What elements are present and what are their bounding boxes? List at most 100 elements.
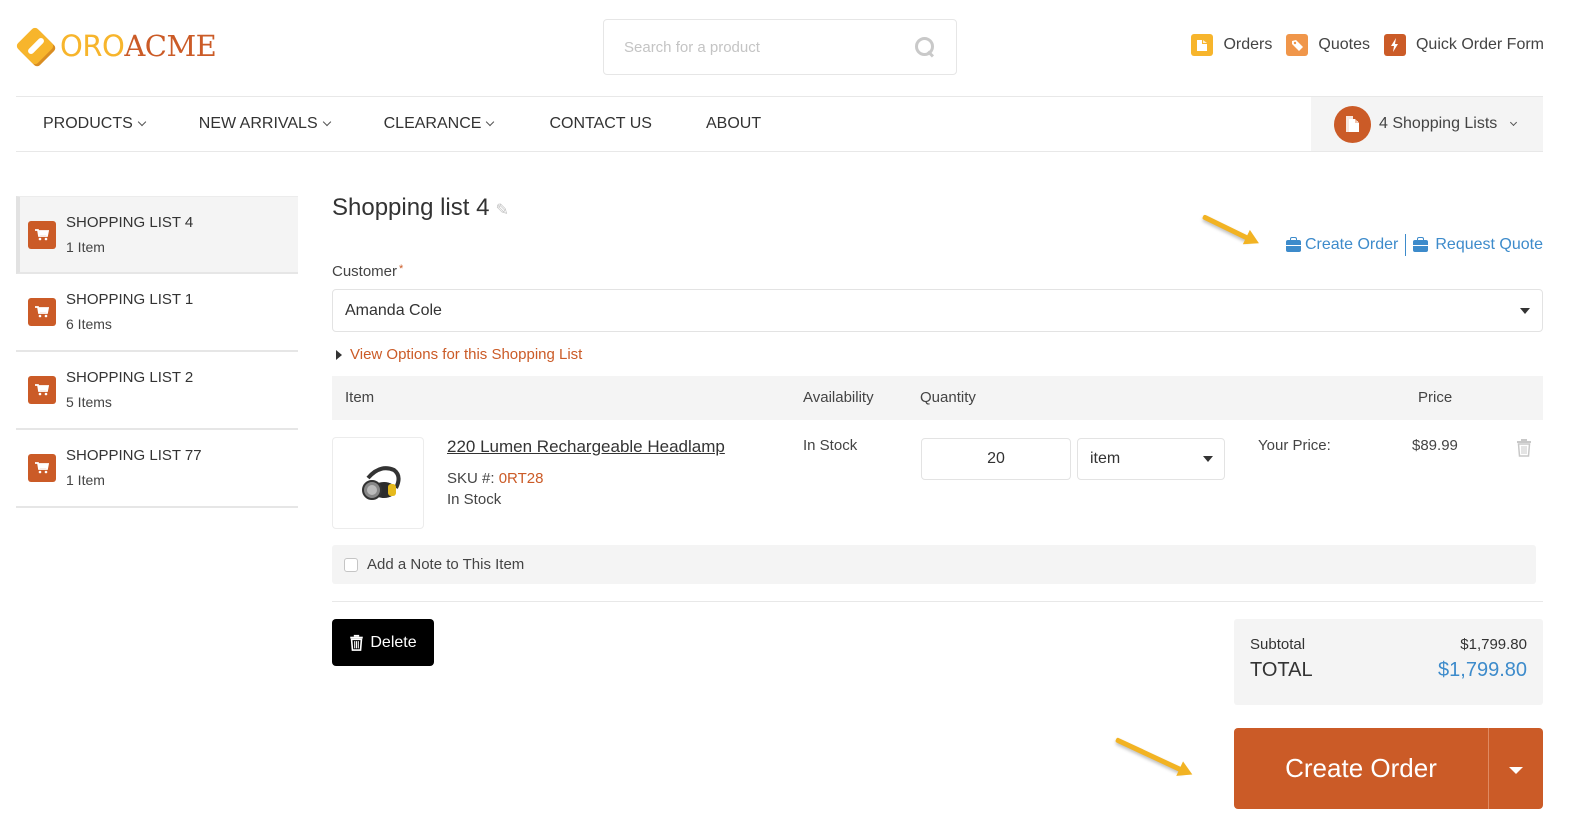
sidebar-item-count: 1 Item (66, 472, 105, 488)
quick-order-form-label: Quick Order Form (1415, 36, 1544, 53)
sidebar-item-shopping-list-77[interactable]: SHOPPING LIST 77 1 Item (16, 430, 298, 508)
top-links: Orders Quotes Quick Order Form (1191, 34, 1544, 56)
cart-icon (28, 220, 56, 249)
add-note-row: Add a Note to This Item (332, 545, 1536, 584)
orders-link-label: Orders (1223, 36, 1273, 53)
total-row: TOTAL $1,799.80 (1250, 659, 1527, 682)
sidebar-item-count: 1 Item (66, 238, 105, 255)
search-input[interactable] (624, 38, 914, 56)
chevron-down-icon (137, 117, 147, 127)
column-header-quantity: Quantity (920, 389, 976, 406)
page-title: Shopping list 4 ✎ (332, 194, 509, 222)
orders-link[interactable]: Orders (1191, 34, 1272, 56)
annotation-arrow (1201, 214, 1251, 242)
chevron-down-icon (1510, 118, 1518, 126)
shopping-lists-dropdown[interactable]: 4 Shopping Lists (1311, 97, 1543, 151)
sidebar-item-title: SHOPPING LIST 2 (66, 369, 194, 386)
nav-new-arrivals[interactable]: NEW ARRIVALS (199, 115, 331, 133)
sidebar-item-shopping-list-1[interactable]: SHOPPING LIST 1 6 Items (16, 274, 298, 352)
sidebar-item-shopping-list-4[interactable]: SHOPPING LIST 4 1 Item (16, 196, 298, 274)
product-name-link[interactable]: 220 Lumen Rechargeable Headlamp (447, 437, 725, 457)
create-order-link[interactable]: Create Order (1286, 236, 1398, 254)
quantity-input[interactable] (921, 438, 1071, 480)
bolt-icon (1383, 34, 1406, 56)
section-divider (332, 601, 1543, 602)
nav-about[interactable]: ABOUT (706, 115, 761, 133)
quick-order-form-link[interactable]: Quick Order Form (1383, 34, 1544, 56)
caret-down-icon (1520, 307, 1530, 314)
your-price-label: Your Price: (1258, 437, 1331, 454)
required-mark: * (399, 263, 404, 275)
caret-down-icon (1509, 767, 1523, 774)
sidebar-item-title: SHOPPING LIST 77 (66, 447, 202, 464)
shopping-lists-sidebar: SHOPPING LIST 4 1 Item SHOPPING LIST 1 6… (16, 196, 298, 508)
sidebar-item-shopping-list-2[interactable]: SHOPPING LIST 2 5 Items (16, 352, 298, 430)
chevron-down-icon (322, 117, 331, 127)
order-totals: Subtotal $1,799.80 TOTAL $1,799.80 (1234, 619, 1543, 705)
unit-price: $89.99 (1412, 437, 1458, 454)
cart-icon (28, 454, 56, 482)
subtotal-row: Subtotal $1,799.80 (1250, 636, 1527, 653)
orders-icon (1191, 34, 1214, 56)
nav-contact-us[interactable]: CONTACT US (549, 115, 652, 133)
view-options-toggle[interactable]: View Options for this Shopping List (336, 346, 582, 363)
unit-select[interactable]: item (1077, 438, 1225, 480)
cart-icon (28, 376, 56, 404)
trash-icon (350, 634, 364, 651)
total-label: TOTAL (1250, 659, 1313, 681)
chevron-down-icon (486, 117, 495, 127)
sku-value: 0RT28 (498, 470, 544, 487)
pencil-icon[interactable]: ✎ (495, 200, 508, 220)
total-value: $1,799.80 (1438, 659, 1527, 681)
customer-select-value: Amanda Cole (345, 301, 442, 319)
unit-select-value: item (1090, 450, 1121, 467)
add-note-checkbox[interactable] (344, 557, 358, 572)
column-header-item: Item (345, 389, 375, 406)
shopping-lists-label: 4 Shopping Lists (1379, 115, 1498, 132)
logo[interactable]: OROACME (15, 26, 217, 66)
cart-icon (28, 298, 56, 326)
add-note-label[interactable]: Add a Note to This Item (367, 556, 524, 573)
trash-icon[interactable] (1516, 438, 1532, 461)
sidebar-item-title: SHOPPING LIST 1 (66, 291, 194, 308)
subtotal-label: Subtotal (1250, 636, 1306, 653)
main-nav: PRODUCTS NEW ARRIVALS CLEARANCE CONTACT … (16, 97, 761, 151)
column-header-price: Price (1418, 389, 1453, 406)
caret-down-icon (1203, 456, 1213, 462)
quotes-link[interactable]: Quotes (1286, 34, 1370, 56)
create-order-dropdown-toggle[interactable] (1489, 728, 1543, 809)
annotation-arrow (1114, 737, 1185, 774)
shopping-list-title: Shopping list 4 (332, 194, 490, 221)
customer-select[interactable]: Amanda Cole (332, 289, 1543, 332)
logo-text-acme: ACME (124, 29, 217, 63)
search-icon[interactable] (914, 36, 936, 58)
request-quote-link[interactable]: Request Quote (1413, 236, 1543, 254)
create-order-split-button: Create Order (1234, 728, 1543, 809)
delete-button[interactable]: Delete (332, 619, 434, 666)
action-separator (1405, 234, 1407, 256)
quotes-link-label: Quotes (1318, 36, 1370, 53)
create-order-button[interactable]: Create Order (1234, 728, 1489, 809)
shopping-list-icon (1334, 105, 1371, 143)
column-header-availability: Availability (803, 389, 874, 406)
sidebar-item-count: 5 Items (66, 394, 112, 410)
list-actions: Create Order Request Quote (1286, 234, 1543, 256)
availability-cell: In Stock (803, 437, 858, 454)
sidebar-item-title: SHOPPING LIST 4 (66, 213, 194, 231)
product-stock-status: In Stock (447, 491, 502, 508)
product-image[interactable] (332, 437, 424, 529)
logo-text-oro: ORO (60, 29, 125, 63)
nav-clearance[interactable]: CLEARANCE (384, 115, 495, 133)
table-header: Item Availability Quantity Price (332, 376, 1543, 420)
headlamp-image (362, 466, 401, 500)
nav-products[interactable]: PRODUCTS (43, 115, 147, 133)
logo-mark-icon (15, 26, 55, 66)
caret-right-icon (336, 349, 342, 360)
search-box (603, 19, 957, 75)
briefcase-icon (1286, 236, 1301, 252)
briefcase-icon (1413, 236, 1429, 252)
product-sku: SKU #: 0RT28 (447, 470, 544, 487)
nav-divider (16, 151, 1543, 152)
tag-icon (1286, 34, 1309, 56)
subtotal-value: $1,799.80 (1460, 636, 1527, 653)
